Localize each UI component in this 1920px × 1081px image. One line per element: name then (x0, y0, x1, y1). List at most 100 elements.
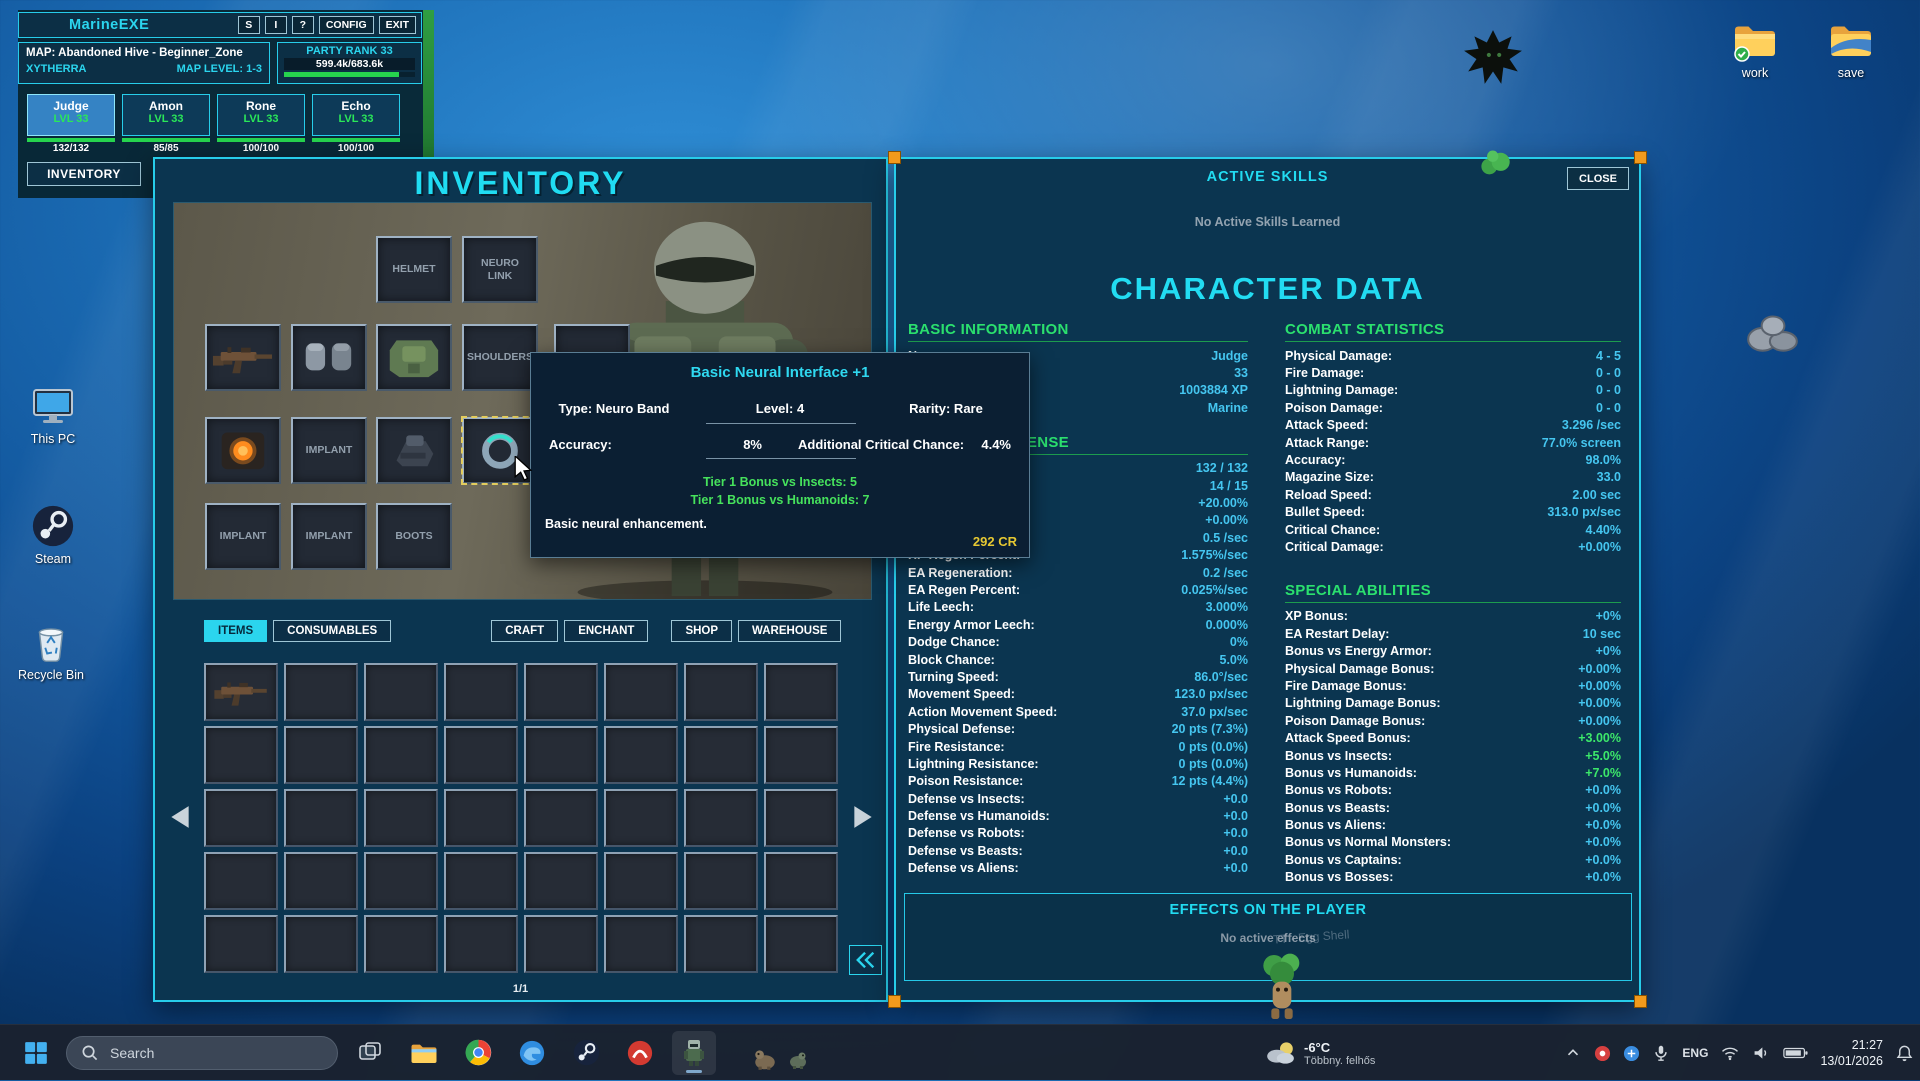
inventory-tab[interactable]: SHOP (671, 620, 732, 642)
inventory-grid-slot[interactable] (524, 915, 598, 973)
tray-blue-app-icon[interactable] (1623, 1045, 1640, 1062)
equip-slot-implant-2[interactable]: IMPLANT (205, 503, 281, 570)
hud-button-s[interactable]: S (238, 16, 260, 34)
equip-slot-gauntlet[interactable] (376, 417, 452, 484)
inventory-grid-slot[interactable] (764, 663, 838, 721)
speaker-icon[interactable] (1752, 1044, 1771, 1062)
inventory-grid-slot[interactable] (604, 915, 678, 973)
equip-slot-shoulders[interactable]: SHOULDERS (462, 324, 538, 391)
start-button[interactable] (16, 1033, 56, 1073)
inventory-grid-slot[interactable] (364, 726, 438, 784)
window-handle[interactable] (888, 151, 901, 164)
desktop-icon-save[interactable]: save (1812, 16, 1890, 81)
inventory-tab[interactable]: WAREHOUSE (738, 620, 841, 642)
search-input[interactable] (108, 1044, 308, 1062)
party-member[interactable]: Amon LVL 33 85/85 (122, 94, 210, 154)
hud-button-exit[interactable]: EXIT (379, 16, 416, 34)
aimp-icon[interactable] (618, 1031, 662, 1075)
inventory-tab[interactable]: ITEMS (204, 620, 267, 642)
equip-slot-weapon[interactable] (205, 324, 281, 391)
hud-button-help[interactable]: ? (292, 16, 314, 34)
inventory-grid-slot[interactable] (764, 915, 838, 973)
page-next-arrow[interactable] (852, 804, 874, 830)
inventory-grid-slot[interactable] (204, 852, 278, 910)
equip-slot-gloves[interactable] (291, 324, 367, 391)
inventory-grid-slot[interactable] (204, 789, 278, 847)
inventory-grid-slot[interactable] (364, 915, 438, 973)
inventory-grid-slot[interactable] (764, 726, 838, 784)
inventory-grid-slot[interactable] (604, 852, 678, 910)
inventory-tab[interactable]: CONSUMABLES (273, 620, 391, 642)
inventory-grid-slot[interactable] (364, 789, 438, 847)
party-member[interactable]: Judge LVL 33 132/132 (27, 94, 115, 154)
edge-browser-icon[interactable] (510, 1031, 554, 1075)
steam-taskbar-icon[interactable] (564, 1031, 608, 1075)
notification-bell-icon[interactable] (1895, 1044, 1914, 1063)
inventory-tab[interactable]: ENCHANT (564, 620, 648, 642)
equip-slot-neuro-link[interactable]: NEURO LINK (462, 236, 538, 303)
equip-slot-implant-1[interactable]: IMPLANT (291, 417, 367, 484)
inventory-grid-slot[interactable] (604, 726, 678, 784)
inventory-grid-slot[interactable] (284, 663, 358, 721)
desktop-icon-work[interactable]: work (1716, 16, 1794, 81)
inventory-grid-slot[interactable] (444, 789, 518, 847)
inventory-grid-slot[interactable] (604, 789, 678, 847)
inventory-grid-slot[interactable] (204, 663, 278, 721)
tray-red-app-icon[interactable] (1594, 1045, 1611, 1062)
inventory-grid-slot[interactable] (284, 852, 358, 910)
inventory-grid-slot[interactable] (684, 789, 758, 847)
inventory-grid-slot[interactable] (364, 852, 438, 910)
transfer-button[interactable] (849, 945, 882, 975)
window-handle[interactable] (1634, 151, 1647, 164)
wifi-icon[interactable] (1720, 1044, 1740, 1062)
inventory-grid-slot[interactable] (684, 663, 758, 721)
inventory-grid-slot[interactable] (204, 726, 278, 784)
weather-widget[interactable]: -6°C Többny. felhős (1256, 1025, 1383, 1081)
file-explorer-icon[interactable] (402, 1031, 446, 1075)
inventory-grid-slot[interactable] (364, 663, 438, 721)
inventory-grid-slot[interactable] (524, 726, 598, 784)
microphone-icon[interactable] (1652, 1044, 1670, 1062)
window-handle[interactable] (888, 995, 901, 1008)
equip-slot-helmet[interactable]: HELMET (376, 236, 452, 303)
inventory-grid-slot[interactable] (684, 915, 758, 973)
desktop-icon-recycle-bin[interactable]: Recycle Bin (12, 618, 90, 683)
taskbar-clock[interactable]: 21:27 13/01/2026 (1820, 1037, 1883, 1070)
taskbar-search[interactable] (66, 1036, 338, 1070)
battery-icon[interactable] (1783, 1046, 1808, 1060)
inventory-button[interactable]: INVENTORY (27, 162, 141, 186)
page-prev-arrow[interactable] (169, 804, 191, 830)
inventory-grid-slot[interactable] (524, 852, 598, 910)
inventory-grid-slot[interactable] (284, 726, 358, 784)
marineexe-app-icon[interactable] (672, 1031, 716, 1075)
party-member[interactable]: Rone LVL 33 100/100 (217, 94, 305, 154)
inventory-grid-slot[interactable] (684, 852, 758, 910)
tray-chevron-up-icon[interactable] (1564, 1044, 1582, 1062)
language-indicator[interactable]: ENG (1682, 1046, 1708, 1060)
inventory-tab[interactable]: CRAFT (491, 620, 558, 642)
inventory-grid-slot[interactable] (284, 789, 358, 847)
hud-button-config[interactable]: CONFIG (319, 16, 374, 34)
desktop-icon-this-pc[interactable]: This PC (14, 382, 92, 447)
equip-slot-implant-3[interactable]: IMPLANT (291, 503, 367, 570)
equip-slot-chest[interactable] (376, 324, 452, 391)
inventory-grid-slot[interactable] (684, 726, 758, 784)
inventory-grid-slot[interactable] (284, 915, 358, 973)
equip-slot-boots[interactable]: BOOTS (376, 503, 452, 570)
inventory-grid-slot[interactable] (444, 663, 518, 721)
close-button[interactable]: CLOSE (1567, 167, 1629, 190)
hud-button-i[interactable]: I (265, 16, 287, 34)
inventory-grid-slot[interactable] (764, 852, 838, 910)
task-view-icon[interactable] (348, 1031, 392, 1075)
inventory-grid-slot[interactable] (524, 789, 598, 847)
desktop-icon-steam[interactable]: Steam (14, 502, 92, 567)
window-handle[interactable] (1634, 995, 1647, 1008)
chrome-icon[interactable] (456, 1031, 500, 1075)
inventory-grid-slot[interactable] (524, 663, 598, 721)
inventory-grid-slot[interactable] (204, 915, 278, 973)
inventory-grid-slot[interactable] (604, 663, 678, 721)
inventory-grid-slot[interactable] (764, 789, 838, 847)
inventory-grid-slot[interactable] (444, 726, 518, 784)
equip-slot-device[interactable] (205, 417, 281, 484)
equip-slot-neural-band-selected[interactable] (462, 417, 538, 484)
